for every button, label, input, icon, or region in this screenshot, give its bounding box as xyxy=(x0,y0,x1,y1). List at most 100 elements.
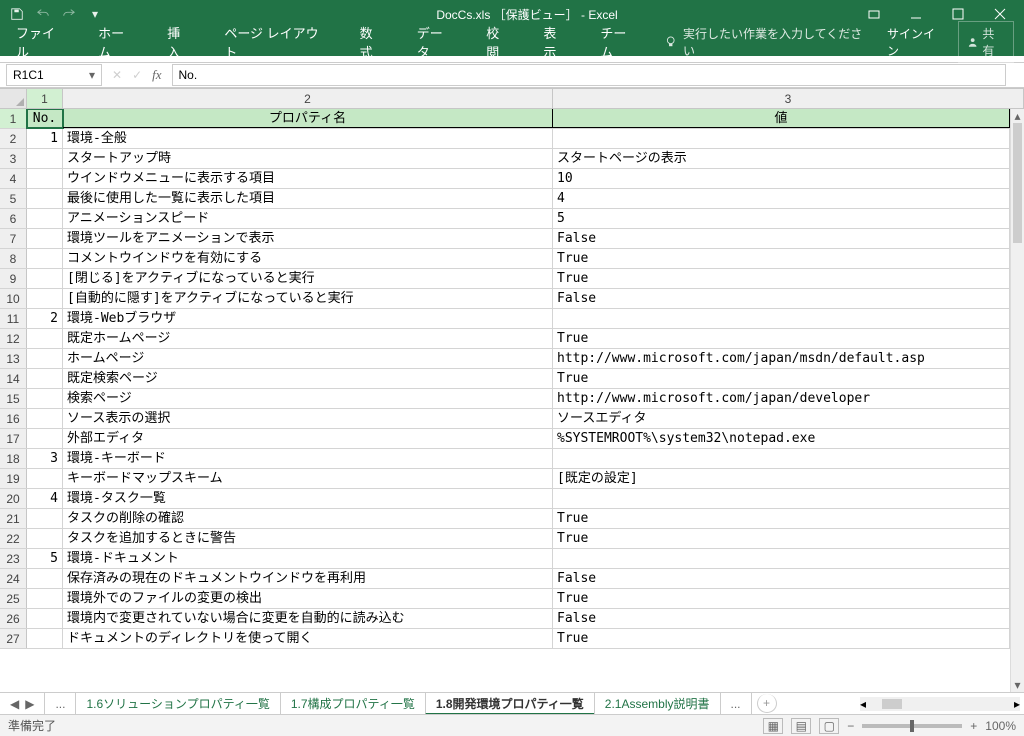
sheet-tab-next-overflow[interactable]: ... xyxy=(720,693,752,715)
cell-name[interactable]: 外部エディタ xyxy=(63,429,553,448)
cell-name[interactable]: 環境ツールをアニメーションで表示 xyxy=(63,229,553,248)
cell-val[interactable]: False xyxy=(553,609,1010,628)
cell-val[interactable]: True xyxy=(553,369,1010,388)
cell-val[interactable] xyxy=(553,129,1010,148)
save-icon[interactable] xyxy=(8,5,26,23)
cell-name[interactable]: 環境-Webブラウザ xyxy=(63,309,553,328)
undo-icon[interactable] xyxy=(34,5,52,23)
cell-no[interactable] xyxy=(27,389,63,408)
cell-no[interactable] xyxy=(27,509,63,528)
cell-no[interactable] xyxy=(27,329,63,348)
row-header[interactable]: 3 xyxy=(0,149,27,168)
tab-data[interactable]: データ xyxy=(411,17,461,67)
cell-val[interactable]: False xyxy=(553,569,1010,588)
zoom-slider[interactable] xyxy=(862,724,962,728)
fx-icon[interactable]: fx xyxy=(152,67,161,83)
name-box[interactable]: R1C1 ▾ xyxy=(6,64,102,86)
cell-name[interactable]: タスクを追加するときに警告 xyxy=(63,529,553,548)
scroll-thumb[interactable] xyxy=(1013,123,1022,243)
row-header[interactable]: 5 xyxy=(0,189,27,208)
cell-name[interactable]: 環境-キーボード xyxy=(63,449,553,468)
cell-name-header[interactable]: プロパティ名 xyxy=(63,109,553,128)
tell-me[interactable]: 実行したい作業を入力してください xyxy=(664,25,867,59)
row-header[interactable]: 19 xyxy=(0,469,27,488)
cell-no[interactable] xyxy=(27,609,63,628)
cell-name[interactable]: ホームページ xyxy=(63,349,553,368)
cell-no[interactable] xyxy=(27,529,63,548)
tab-formulas[interactable]: 数式 xyxy=(354,17,391,67)
cell-val[interactable]: %SYSTEMROOT%\system32\notepad.exe xyxy=(553,429,1010,448)
cell-name[interactable]: コメントウインドウを有効にする xyxy=(63,249,553,268)
cell-no-header[interactable]: No. xyxy=(27,109,63,128)
cell-name[interactable]: 既定ホームページ xyxy=(63,329,553,348)
cell-val[interactable]: True xyxy=(553,329,1010,348)
tab-review[interactable]: 校閲 xyxy=(480,17,517,67)
cell-name[interactable]: ソース表示の選択 xyxy=(63,409,553,428)
cell-val[interactable]: ソースエディタ xyxy=(553,409,1010,428)
cell-no[interactable] xyxy=(27,589,63,608)
scroll-up-icon[interactable]: ▴ xyxy=(1011,109,1024,123)
cell-no[interactable] xyxy=(27,149,63,168)
cell-no[interactable] xyxy=(27,209,63,228)
cell-no[interactable]: 4 xyxy=(27,489,63,508)
row-header[interactable]: 7 xyxy=(0,229,27,248)
cell-no[interactable] xyxy=(27,229,63,248)
cell-no[interactable] xyxy=(27,289,63,308)
cell-name[interactable]: 環境-タスク一覧 xyxy=(63,489,553,508)
cell-name[interactable]: 環境-ドキュメント xyxy=(63,549,553,568)
row-header[interactable]: 1 xyxy=(0,109,27,128)
cell-name[interactable]: 最後に使用した一覧に表示した項目 xyxy=(63,189,553,208)
cell-val[interactable]: [既定の設定] xyxy=(553,469,1010,488)
col-header-3[interactable]: 3 xyxy=(553,89,1024,108)
row-header[interactable]: 26 xyxy=(0,609,27,628)
cell-no[interactable] xyxy=(27,269,63,288)
cell-val[interactable]: http://www.microsoft.com/japan/msdn/defa… xyxy=(553,349,1010,368)
horizontal-scrollbar[interactable]: ◂ ▸ xyxy=(860,697,1020,711)
col-header-1[interactable]: 1 xyxy=(27,89,63,108)
cell-no[interactable] xyxy=(27,249,63,268)
cell-no[interactable] xyxy=(27,629,63,648)
zoom-in-icon[interactable]: + xyxy=(970,719,977,733)
row-header[interactable]: 6 xyxy=(0,209,27,228)
cell-name[interactable]: 保存済みの現在のドキュメントウインドウを再利用 xyxy=(63,569,553,588)
cell-name[interactable]: スタートアップ時 xyxy=(63,149,553,168)
cell-name[interactable]: アニメーションスピード xyxy=(63,209,553,228)
view-pagelayout-icon[interactable]: ▤ xyxy=(791,718,811,734)
hscroll-right-icon[interactable]: ▸ xyxy=(1014,697,1020,711)
tab-home[interactable]: ホーム xyxy=(92,17,141,67)
select-all-corner[interactable] xyxy=(0,89,27,108)
cell-no[interactable] xyxy=(27,189,63,208)
cell-name[interactable]: 既定検索ページ xyxy=(63,369,553,388)
sheet-tab-3[interactable]: 1.8開発環境プロパティ一覧 xyxy=(425,693,595,715)
cell-no[interactable] xyxy=(27,169,63,188)
cell-val[interactable]: 4 xyxy=(553,189,1010,208)
row-header[interactable]: 11 xyxy=(0,309,27,328)
cell-no[interactable]: 5 xyxy=(27,549,63,568)
cell-val[interactable]: True xyxy=(553,269,1010,288)
row-header[interactable]: 27 xyxy=(0,629,27,648)
sheet-nav-next-icon[interactable]: ▶ xyxy=(25,697,34,711)
add-sheet-icon[interactable]: + xyxy=(757,694,777,713)
cell-no[interactable]: 1 xyxy=(27,129,63,148)
cell-no[interactable] xyxy=(27,409,63,428)
cell-val[interactable]: True xyxy=(553,249,1010,268)
view-normal-icon[interactable]: ▦ xyxy=(763,718,783,734)
row-header[interactable]: 22 xyxy=(0,529,27,548)
row-header[interactable]: 18 xyxy=(0,449,27,468)
cell-val[interactable] xyxy=(553,309,1010,328)
row-header[interactable]: 20 xyxy=(0,489,27,508)
cell-no[interactable] xyxy=(27,349,63,368)
tab-pagelayout[interactable]: ページ レイアウト xyxy=(218,17,333,67)
row-header[interactable]: 9 xyxy=(0,269,27,288)
share-button[interactable]: 共有 xyxy=(958,21,1014,63)
cell-val[interactable]: True xyxy=(553,509,1010,528)
vertical-scrollbar[interactable]: ▴ ▾ xyxy=(1010,109,1024,692)
row-header[interactable]: 24 xyxy=(0,569,27,588)
cell-no[interactable] xyxy=(27,569,63,588)
sheet-tab-1[interactable]: 1.6ソリューションプロパティ一覧 xyxy=(75,693,280,715)
row-header[interactable]: 2 xyxy=(0,129,27,148)
cell-val[interactable] xyxy=(553,449,1010,468)
chevron-down-icon[interactable]: ▾ xyxy=(89,68,95,82)
cell-val[interactable]: False xyxy=(553,229,1010,248)
cell-no[interactable] xyxy=(27,469,63,488)
